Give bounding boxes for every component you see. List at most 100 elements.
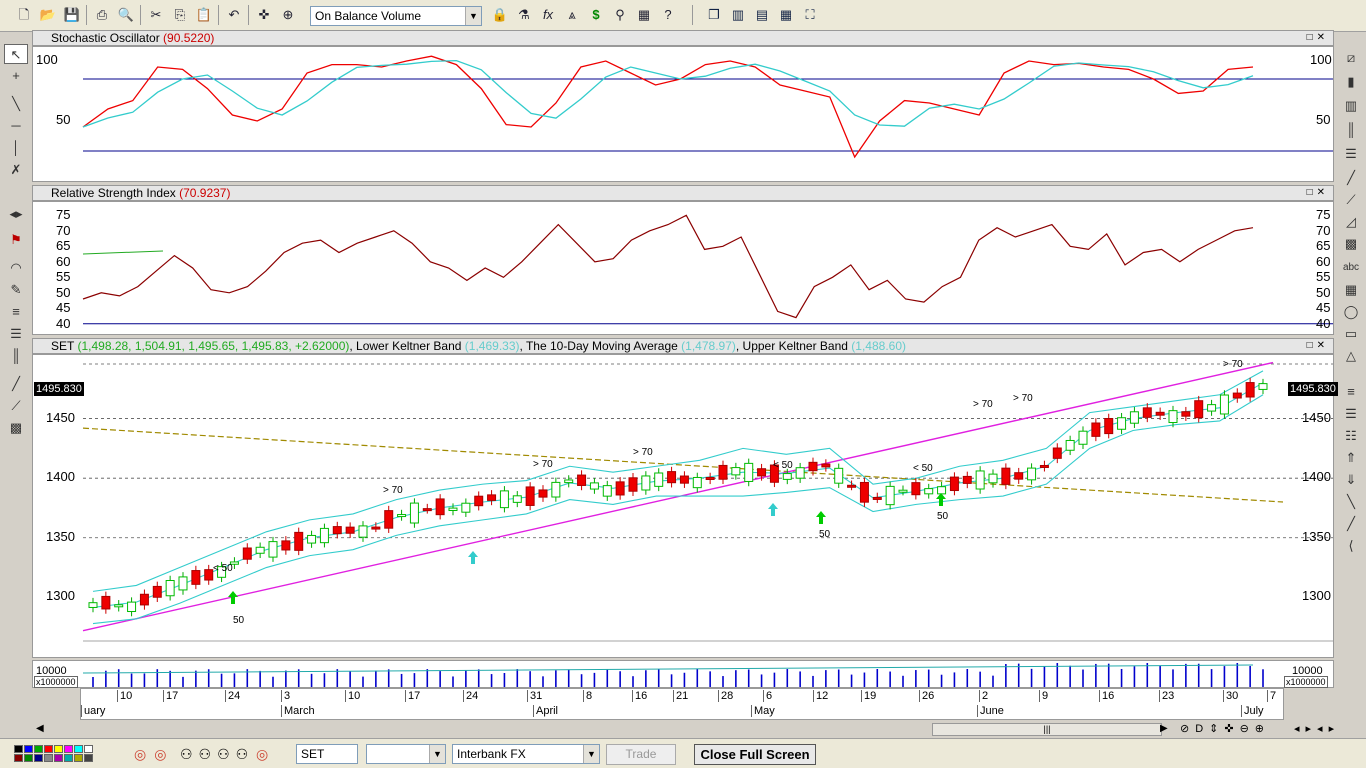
paste-icon[interactable]: 📋 [194,5,214,25]
scroll-right-icon[interactable]: ▶ [1160,723,1168,734]
ladder-tool-icon[interactable]: ☰ [1339,144,1363,164]
trendline-icon[interactable]: ╲ [4,94,28,114]
speed-line-icon[interactable]: ⟋ [1339,190,1363,210]
palette-swatch[interactable] [74,745,83,753]
browser-icons[interactable]: ◎◎ [134,746,174,763]
stoch-plot[interactable] [32,46,1334,182]
fibonacci-icon[interactable]: ≡ [4,302,28,322]
chart-wizard-icon[interactable]: ⩓ [562,5,582,25]
line-tool-icon[interactable]: ╱ [4,374,28,394]
andrews-icon[interactable]: ☷ [1339,426,1363,446]
indicator-icon[interactable]: ⚗ [514,5,534,25]
grid-tool-icon[interactable]: ▩ [4,418,28,438]
tile-grid-icon[interactable]: ▦ [776,5,796,25]
close-fullscreen-button[interactable]: Close Full Screen [694,744,816,765]
flag-icon[interactable]: ⚑ [4,230,28,250]
tile-vertical-icon[interactable]: ▥ [728,5,748,25]
palette-swatch[interactable] [54,754,63,762]
wave-icon[interactable]: ╱ [1339,514,1363,534]
palette-swatch[interactable] [44,754,53,762]
broker-select[interactable]: Interbank FX ▼ [452,744,600,764]
arc-icon[interactable]: ◠ [4,258,28,278]
palette-swatch[interactable] [84,745,93,753]
crosshair-tool-icon[interactable]: + [4,66,28,86]
print-preview-icon[interactable]: 🔍 [116,5,136,25]
pattern-icon[interactable]: ▩ [1339,234,1363,254]
trade-button[interactable]: Trade [606,744,676,765]
tile-horizontal-icon[interactable]: ▤ [752,5,772,25]
palette-swatch[interactable] [54,745,63,753]
horizontal-scrollbar[interactable]: ||| [932,723,1162,736]
rectangle-icon[interactable]: ▭ [1339,324,1363,344]
chevron-down-icon[interactable]: ▼ [465,7,481,25]
zoom-icon[interactable]: ⊕ [278,5,298,25]
palette-swatch[interactable] [84,754,93,762]
volume-tool-icon[interactable]: ▥ [1339,96,1363,116]
binoculars-icon[interactable]: ⚲ [610,5,630,25]
help-icon[interactable]: ? [658,5,678,25]
ellipse-icon[interactable]: ◯ [1339,302,1363,322]
vertical-line-icon[interactable]: │ [4,138,28,158]
arrow-down-icon[interactable]: ⇓ [1339,470,1363,490]
open-folder-icon[interactable]: 📂 [38,5,58,25]
palette-swatch[interactable] [34,745,43,753]
color-palette[interactable] [14,745,98,763]
rsi-plot[interactable] [32,201,1334,335]
lock-icon[interactable]: 🔒 [490,5,510,25]
scroll-icon[interactable]: ◂▸ [4,204,28,224]
table-tool-icon[interactable]: ▦ [1339,280,1363,300]
symbol-input[interactable]: SET [296,744,358,764]
chevron-down-icon[interactable]: ▼ [429,745,445,763]
palette-swatch[interactable] [64,754,73,762]
percent-tool-icon[interactable]: ⧄ [1339,48,1363,68]
properties-icon[interactable]: ▦ [634,5,654,25]
crosshair-icon[interactable]: ✜ [254,5,274,25]
regression-icon[interactable]: ☰ [1339,404,1363,424]
line-tool-icon[interactable]: ╱ [1339,168,1363,188]
line-angle-icon[interactable]: ╲ [1339,492,1363,512]
new-file-icon[interactable]: 🗋 [14,5,34,25]
palette-swatch[interactable] [24,745,33,753]
pointer-icon[interactable]: ↖ [4,44,28,64]
channel-icon[interactable]: ≡ [1339,382,1363,402]
palette-swatch[interactable] [24,754,33,762]
palette-swatch[interactable] [14,745,23,753]
fullscreen-icon[interactable]: ⛶ [800,5,820,25]
chevron-down-icon[interactable]: ▼ [583,745,599,763]
save-icon[interactable]: 💾 [62,5,82,25]
palette-swatch[interactable] [44,745,53,753]
copy-icon[interactable]: ⎘ [170,5,190,25]
cycles-icon[interactable]: ║ [4,346,28,366]
columns-tool-icon[interactable]: ║ [1339,120,1363,140]
chrome-icon[interactable]: ◎ [256,746,268,763]
trader-icons[interactable]: ⚇⚇⚇⚇ [180,746,254,763]
print-icon[interactable]: ⎙ [92,5,112,25]
arrow-left-icon[interactable]: ⟨ [1339,536,1363,556]
panel-window-icons[interactable]: □✕ [1307,32,1329,44]
cascade-windows-icon[interactable]: ❐ [704,5,724,25]
cut-icon[interactable]: ✂ [146,5,166,25]
undo-icon[interactable]: ↶ [224,5,244,25]
timeframe-select[interactable]: ▼ [366,744,446,764]
page-nav-icons[interactable]: ◂▸◂▸ [1294,722,1340,735]
arrow-up-icon[interactable]: ⇑ [1339,448,1363,468]
function-icon[interactable]: fx [538,5,558,25]
gann-icon[interactable]: ◿ [1339,212,1363,232]
palette-swatch[interactable] [14,754,23,762]
palette-swatch[interactable] [74,754,83,762]
volume-plot[interactable] [32,660,1334,688]
navigation-icons[interactable]: ⊘D⇕✜⊖⊕ [1180,722,1270,735]
bars-tool-icon[interactable]: ▮ [1339,72,1363,92]
scroll-left-icon[interactable]: ◀ [36,723,44,734]
fan-icon[interactable]: ⟋ [4,396,28,416]
indicator-select[interactable]: On Balance Volume ▼ [310,6,482,26]
palette-swatch[interactable] [64,745,73,753]
retracement-icon[interactable]: ☰ [4,324,28,344]
panel-window-icons[interactable]: □✕ [1307,187,1329,199]
delete-tool-icon[interactable]: ✗ [4,160,28,180]
dollar-icon[interactable]: $ [586,5,606,25]
triangle-icon[interactable]: △ [1339,346,1363,366]
panel-window-icons[interactable]: □✕ [1307,340,1329,352]
horizontal-line-icon[interactable]: ─ [4,116,28,136]
pencil-icon[interactable]: ✎ [4,280,28,300]
